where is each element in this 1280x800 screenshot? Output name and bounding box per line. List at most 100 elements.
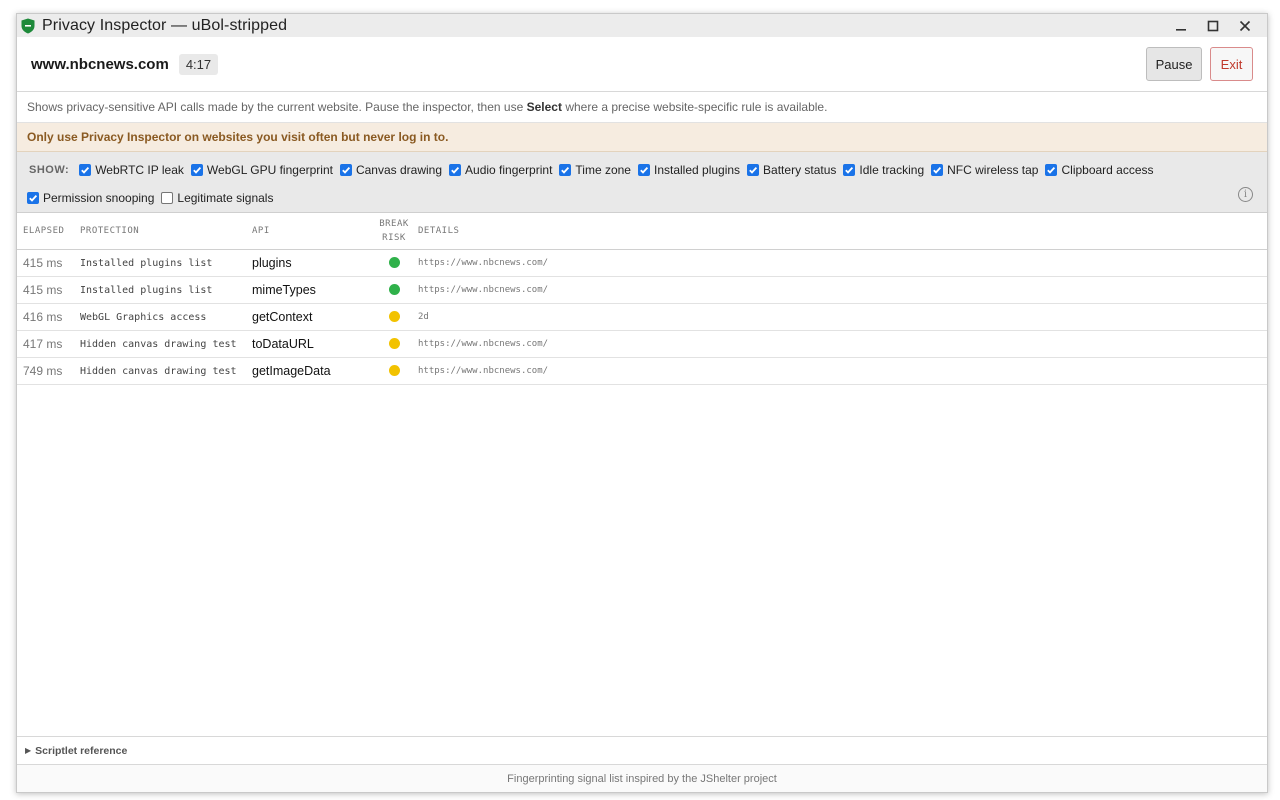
table-row[interactable]: 416 ms WebGL Graphics access getContext …	[17, 304, 1267, 331]
cell-elapsed: 415 ms	[23, 256, 63, 270]
filter-bar: SHOW: WebRTC IP leak WebGL GPU fingerpri…	[17, 152, 1267, 213]
exit-button[interactable]: Exit	[1210, 47, 1253, 81]
header-break-risk[interactable]: BREAK RISK	[370, 217, 418, 245]
cell-risk	[370, 310, 418, 324]
table-header: ELAPSED PROTECTION API BREAK RISK DETAILS	[17, 213, 1267, 250]
window-controls	[1165, 14, 1261, 37]
checkbox[interactable]	[637, 164, 650, 176]
checkbox[interactable]	[449, 164, 462, 176]
checkbox[interactable]	[339, 164, 352, 176]
filter-label: WebRTC IP leak	[95, 163, 184, 177]
table-row[interactable]: 415 ms Installed plugins list mimeTypes …	[17, 277, 1267, 304]
table-row[interactable]: 749 ms Hidden canvas drawing test getIma…	[17, 358, 1267, 385]
inspector-header: www.nbcnews.com 4:17 Pause Exit	[17, 37, 1267, 92]
pause-button[interactable]: Pause	[1146, 47, 1202, 81]
header-protection[interactable]: PROTECTION	[80, 226, 252, 236]
cell-details: https://www.nbcnews.com/	[418, 285, 549, 295]
checkbox[interactable]	[843, 164, 856, 176]
filter-webrtc[interactable]: WebRTC IP leak	[79, 163, 184, 177]
close-icon[interactable]	[1229, 14, 1261, 37]
description-text: Shows privacy-sensitive API calls made b…	[17, 92, 1267, 123]
cell-risk	[370, 364, 418, 378]
cell-elapsed: 417 ms	[23, 337, 63, 351]
header-elapsed[interactable]: ELAPSED	[17, 226, 80, 236]
cell-protection: Hidden canvas drawing test	[80, 365, 237, 377]
cell-risk	[370, 256, 418, 270]
calls-table: ELAPSED PROTECTION API BREAK RISK DETAILS…	[17, 213, 1267, 736]
filter-label: Clipboard access	[1061, 163, 1154, 177]
show-label: SHOW:	[29, 164, 70, 176]
filter-clipboard[interactable]: Clipboard access	[1045, 163, 1154, 177]
cell-api: getContext	[252, 310, 313, 324]
filter-audio[interactable]: Audio fingerprint	[449, 163, 552, 177]
cell-api: mimeTypes	[252, 283, 316, 297]
window-title: Privacy Inspector — uBol-stripped	[42, 16, 288, 34]
scriptlet-reference-label: Scriptlet reference	[35, 744, 128, 757]
checkbox[interactable]	[559, 164, 572, 176]
cell-protection: Installed plugins list	[80, 284, 213, 296]
cell-risk	[370, 337, 418, 351]
filter-label: Permission snooping	[43, 191, 155, 205]
checkbox[interactable]	[931, 164, 944, 176]
checkbox[interactable]	[27, 192, 39, 204]
footer-note: Fingerprinting signal list inspired by t…	[17, 764, 1267, 792]
filter-webgl[interactable]: WebGL GPU fingerprint	[190, 163, 333, 177]
disclosure-triangle-icon: ▶	[25, 746, 32, 755]
filter-plugins[interactable]: Installed plugins	[637, 163, 741, 177]
cell-details: https://www.nbcnews.com/	[418, 339, 549, 349]
risk-dot-icon	[388, 365, 400, 377]
filter-label: WebGL GPU fingerprint	[206, 163, 333, 177]
filter-label: NFC wireless tap	[947, 163, 1039, 177]
filter-timezone[interactable]: Time zone	[559, 163, 631, 177]
maximize-icon[interactable]	[1197, 14, 1229, 37]
site-name: www.nbcnews.com	[31, 55, 169, 73]
warning-banner: Only use Privacy Inspector on websites y…	[17, 123, 1267, 152]
filter-label: Audio fingerprint	[465, 163, 553, 177]
filter-label: Legitimate signals	[177, 191, 274, 205]
cell-elapsed: 415 ms	[23, 283, 63, 297]
session-timer: 4:17	[178, 53, 219, 75]
filter-label: Battery status	[763, 163, 837, 177]
filter-legitimate[interactable]: Legitimate signals	[161, 191, 273, 205]
minimize-icon[interactable]	[1165, 14, 1197, 37]
filter-canvas[interactable]: Canvas drawing	[339, 163, 443, 177]
checkbox[interactable]	[1045, 164, 1058, 176]
risk-dot-icon	[388, 311, 400, 323]
checkbox[interactable]	[747, 164, 760, 176]
filter-label: Time zone	[575, 163, 631, 177]
description-select: Select	[526, 100, 562, 114]
filter-battery[interactable]: Battery status	[747, 163, 836, 177]
table-row[interactable]: 417 ms Hidden canvas drawing test toData…	[17, 331, 1267, 358]
cell-elapsed: 749 ms	[23, 364, 63, 378]
header-risk-line1: BREAK	[379, 219, 409, 229]
cell-api: getImageData	[252, 364, 331, 378]
cell-risk	[370, 283, 418, 297]
risk-dot-icon	[388, 257, 400, 269]
header-actions: Pause Exit	[1146, 47, 1253, 81]
risk-dot-icon	[388, 284, 400, 296]
cell-protection: Installed plugins list	[80, 257, 213, 269]
filter-permission[interactable]: Permission snooping	[27, 191, 154, 205]
table-row[interactable]: 415 ms Installed plugins list plugins ht…	[17, 250, 1267, 277]
header-risk-line2: RISK	[382, 233, 406, 243]
cell-api: plugins	[252, 256, 292, 270]
header-api[interactable]: API	[252, 226, 370, 236]
filter-label: Canvas drawing	[355, 163, 443, 177]
cell-details: https://www.nbcnews.com/	[418, 366, 549, 376]
cell-protection: Hidden canvas drawing test	[80, 338, 237, 350]
checkbox[interactable]	[79, 164, 92, 176]
scriptlet-reference-toggle[interactable]: ▶ Scriptlet reference	[17, 736, 1267, 764]
info-icon[interactable]: i	[1238, 187, 1253, 202]
title-bar[interactable]: Privacy Inspector — uBol-stripped	[17, 14, 1267, 37]
filter-label: Idle tracking	[859, 163, 925, 177]
header-details[interactable]: DETAILS	[418, 226, 1267, 236]
checkbox[interactable]	[190, 164, 203, 176]
cell-details: 2d	[418, 312, 429, 322]
filter-label: Installed plugins	[653, 163, 741, 177]
filter-nfc[interactable]: NFC wireless tap	[931, 163, 1038, 177]
checkbox[interactable]	[161, 192, 174, 204]
app-window: Privacy Inspector — uBol-stripped www.nb…	[16, 13, 1268, 793]
filter-idle[interactable]: Idle tracking	[843, 163, 924, 177]
cell-elapsed: 416 ms	[23, 310, 63, 324]
cell-details: https://www.nbcnews.com/	[418, 258, 549, 268]
